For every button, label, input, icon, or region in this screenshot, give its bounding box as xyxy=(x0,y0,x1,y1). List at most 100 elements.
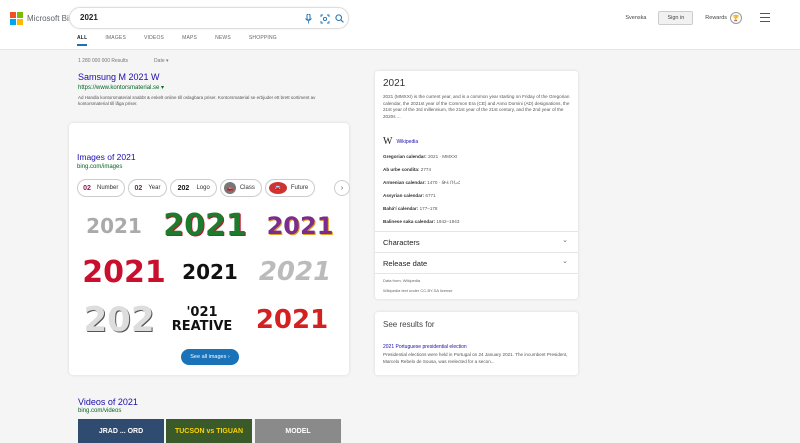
rewards-label: Rewards xyxy=(705,15,727,21)
hamburger-menu-icon[interactable] xyxy=(760,13,770,25)
data-source: Data from: Wikipedia xyxy=(383,278,421,283)
chip-year[interactable]: 02 Year xyxy=(128,179,168,197)
fact-row: Balinese saka calendar: 1942–1943 xyxy=(383,219,459,224)
see-results-title: See results for xyxy=(383,320,435,329)
image-tile[interactable]: 2021 xyxy=(77,250,171,294)
language-link[interactable]: Svenska xyxy=(625,15,646,21)
chip-class[interactable]: 🚗 Class xyxy=(219,179,262,197)
header: Microsoft Bing 2021 ALL IMAGES VIDEOS MA… xyxy=(0,0,800,50)
image-tile[interactable]: '021 REATIVE xyxy=(163,296,241,343)
image-tile[interactable]: 2021 xyxy=(243,296,341,343)
ad-title-link[interactable]: Samsung M 2021 W xyxy=(78,72,348,82)
wikipedia-label: Wikipedia xyxy=(396,138,419,145)
chip-label: Logo xyxy=(196,185,210,191)
video-thumbnail[interactable]: TUCSON vs TIGUAN xyxy=(166,419,252,443)
header-divider xyxy=(0,49,800,50)
wikipedia-link[interactable]: W Wikipedia xyxy=(383,136,418,147)
video-thumbnail[interactable]: JRAD ... ORD xyxy=(78,419,164,443)
visual-search-icon[interactable] xyxy=(318,12,331,25)
rewards-trophy-icon: 🏆 xyxy=(730,12,742,24)
signin-button[interactable]: Sign in xyxy=(658,11,694,25)
video-thumbnail[interactable]: MODEL xyxy=(255,419,341,443)
see-all-images-button[interactable]: See all images › xyxy=(181,349,239,365)
kp-description: 2021 (MMXXI) is the current year, and is… xyxy=(383,94,570,119)
tab-all[interactable]: ALL xyxy=(77,35,88,46)
see-results-description: Presidential elections were held in Port… xyxy=(383,352,568,364)
divider xyxy=(375,231,578,232)
image-tile[interactable]: 2021 xyxy=(249,250,341,294)
chevron-down-icon[interactable]: ⌄ xyxy=(562,236,568,244)
fact-label: Balinese saka calendar: xyxy=(383,219,436,224)
chip-label: Number xyxy=(97,185,119,191)
results-count: 1 280 000 000 Results xyxy=(78,58,129,64)
chip-label: Class xyxy=(239,185,255,191)
see-all-label: See all images xyxy=(190,354,227,360)
section-release-date[interactable]: Release date xyxy=(383,259,427,268)
rewards-button[interactable]: Rewards 🏆 xyxy=(705,12,742,24)
image-filter-chips: 02 Number 02 Year 202 Logo 🚗 Class 🚘 Fut… xyxy=(77,179,316,197)
tab-news[interactable]: NEWS xyxy=(215,35,231,41)
image-tile[interactable]: 202 xyxy=(77,296,161,343)
microsoft-logo-icon xyxy=(10,12,23,25)
fact-row: Ab urbe condita: 2774 xyxy=(383,167,431,172)
chip-thumb: 🚘 xyxy=(268,182,287,194)
fact-value: 6771 xyxy=(425,193,436,198)
fact-value: 2774 xyxy=(420,167,432,172)
wikipedia-icon: W xyxy=(383,136,393,147)
chip-thumb: 202 xyxy=(174,182,193,194)
kp-title: 2021 xyxy=(383,78,406,89)
fact-row: Armenian calendar: 1470 · ԹՎ ՌՆՀ xyxy=(383,180,460,186)
ad-result: Samsung M 2021 W https://www.kontorsmate… xyxy=(78,72,348,107)
fact-value: 177–178 xyxy=(419,206,438,211)
image-tile[interactable]: 2021 xyxy=(259,203,341,248)
see-results-link[interactable]: 2021 Portuguese presidential election xyxy=(383,344,467,350)
image-tile[interactable]: 2021 xyxy=(153,203,257,248)
videos-title-link[interactable]: Videos of 2021 xyxy=(78,397,138,407)
ad-url-text: https://www.kontorsmaterial.se xyxy=(78,85,160,91)
chevron-down-icon: ▾ xyxy=(166,58,169,64)
divider xyxy=(375,273,578,274)
bing-logo[interactable]: Microsoft Bing xyxy=(10,12,78,25)
tab-images[interactable]: IMAGES xyxy=(105,35,126,41)
chip-label: Year xyxy=(148,185,161,191)
fact-row: Assyrian calendar: 6771 xyxy=(383,193,436,198)
tab-videos[interactable]: VIDEOS xyxy=(144,35,164,41)
tab-shopping[interactable]: SHOPPING xyxy=(249,35,277,41)
knowledge-panel: 2021 2021 (MMXXI) is the current year, a… xyxy=(375,71,578,299)
search-box[interactable]: 2021 xyxy=(69,7,349,29)
fact-value: 1470 · ԹՎ ՌՆՀ xyxy=(427,180,461,185)
chevron-right-icon: › xyxy=(227,354,230,360)
license-text: Wikipedia text under CC-BY-SA license xyxy=(383,288,453,293)
search-icon[interactable] xyxy=(333,12,346,25)
fact-row: Gregorian calendar: 2021 · MMXXI xyxy=(383,154,457,159)
chip-number[interactable]: 02 Number xyxy=(77,179,126,197)
fact-label: Armenian calendar: xyxy=(383,180,426,185)
fact-row: Bahá'í calendar: 177–178 xyxy=(383,206,437,211)
chevron-right-icon[interactable]: › xyxy=(334,180,350,196)
videos-url: bing.com/videos xyxy=(78,408,122,414)
images-title-link[interactable]: Images of 2021 xyxy=(77,152,136,162)
chip-thumb: 02 xyxy=(132,182,145,194)
fact-label: Assyrian calendar: xyxy=(383,193,425,198)
microphone-icon[interactable] xyxy=(302,12,315,25)
date-filter[interactable]: Date ▾ xyxy=(154,58,168,64)
ad-url[interactable]: https://www.kontorsmaterial.se ▾ xyxy=(78,84,348,91)
fact-label: Gregorian calendar: xyxy=(383,154,427,159)
chevron-down-icon[interactable]: ⌄ xyxy=(562,257,568,265)
images-card: Images of 2021 bing.com/images 02 Number… xyxy=(69,123,350,375)
tab-maps[interactable]: MAPS xyxy=(182,35,197,41)
chip-thumb: 02 xyxy=(81,182,93,194)
image-grid: 2021 2021 2021 2021 2021 2021 202 '021 R… xyxy=(77,203,341,343)
chip-label: Future xyxy=(290,185,309,191)
chevron-down-icon: ▾ xyxy=(161,85,165,91)
image-tile[interactable]: 2021 xyxy=(173,250,247,294)
fact-label: Bahá'í calendar: xyxy=(383,206,419,211)
chip-logo[interactable]: 202 Logo xyxy=(170,179,217,197)
search-input[interactable]: 2021 xyxy=(80,13,98,22)
images-url: bing.com/images xyxy=(77,164,123,170)
section-characters[interactable]: Characters xyxy=(383,238,420,247)
fact-label: Ab urbe condita: xyxy=(383,167,420,172)
chip-future[interactable]: 🚘 Future xyxy=(264,179,316,197)
chip-thumb: 🚗 xyxy=(223,182,236,194)
image-tile[interactable]: 2021 xyxy=(77,203,151,248)
